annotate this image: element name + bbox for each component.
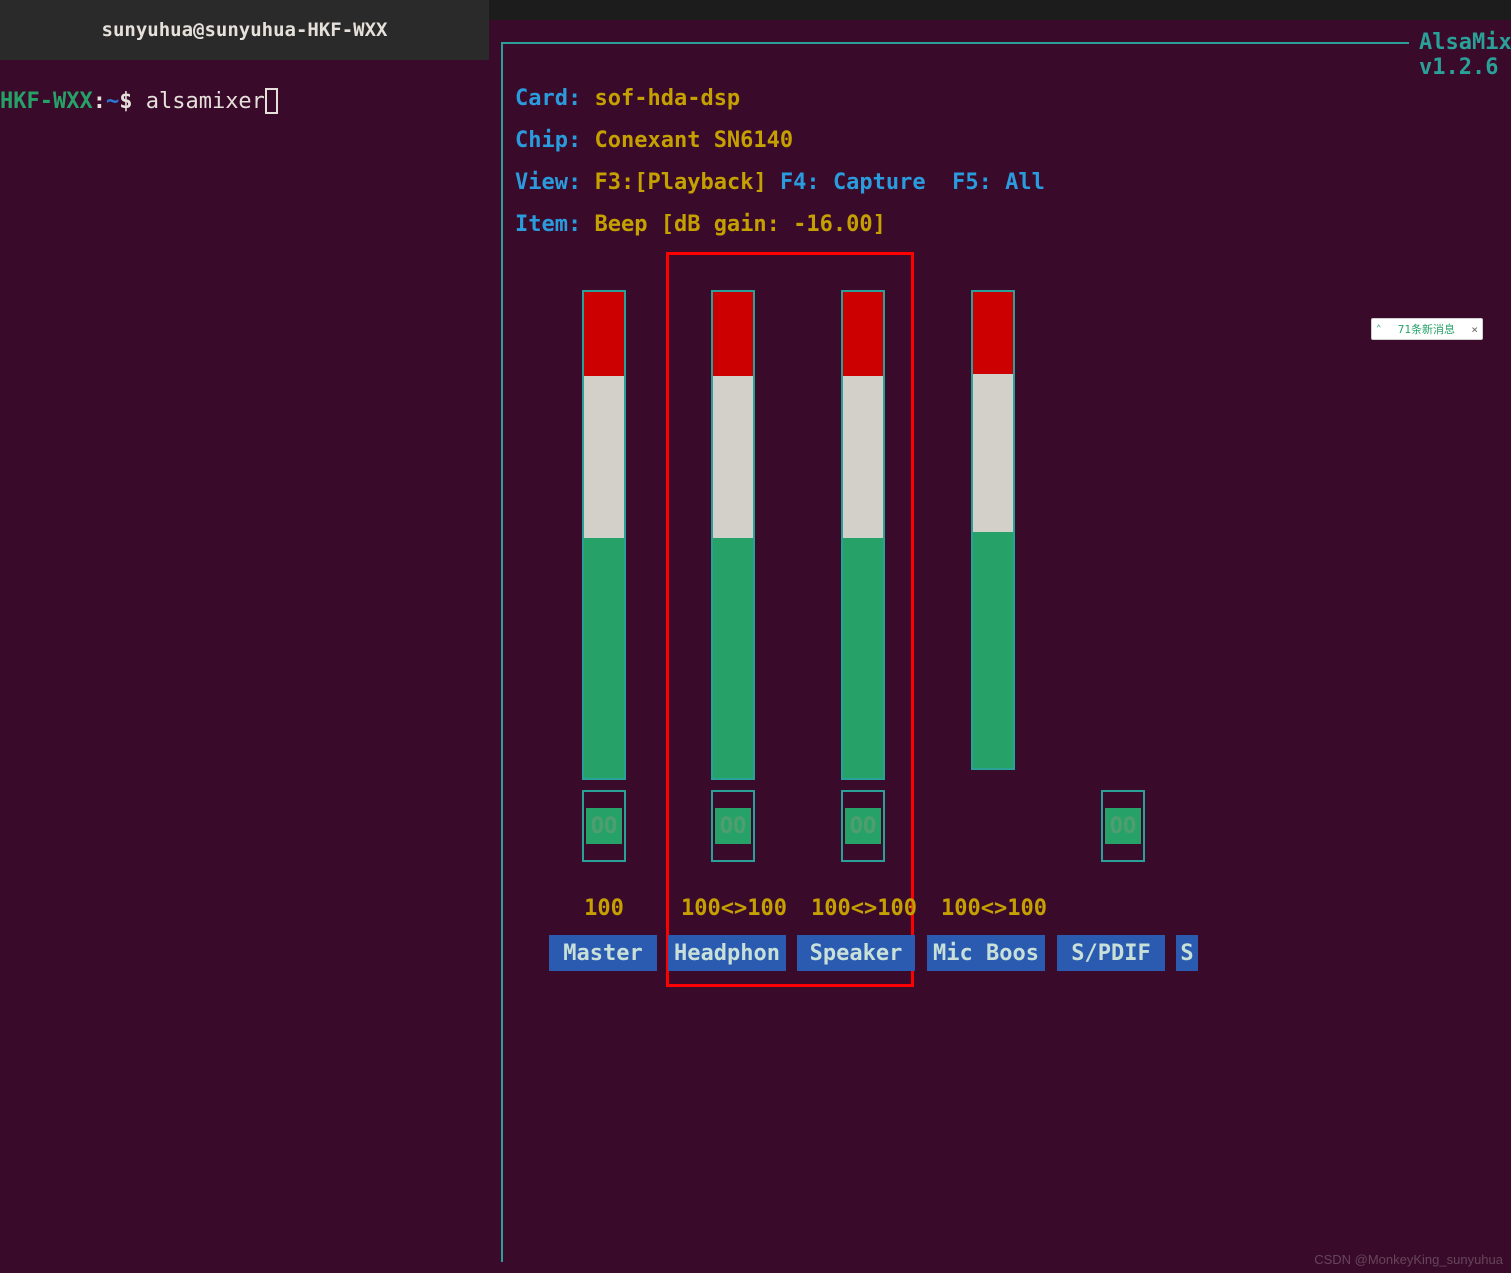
master-mute-indicator: OO xyxy=(586,808,622,844)
master-volume-text: 100 xyxy=(564,896,644,921)
alsa-info-block: Card: sof-hda-dsp Chip: Conexant SN6140 … xyxy=(515,78,1045,246)
view-label: View: xyxy=(515,170,581,195)
watermark: CSDN @MonkeyKing_sunyuhua xyxy=(1314,1252,1503,1267)
headphone-bar[interactable] xyxy=(711,290,755,780)
terminal-cursor xyxy=(265,88,278,114)
mic-boost-label[interactable]: Mic Boos xyxy=(927,935,1045,971)
notification-popup[interactable]: ⌃ 71条新消息 × xyxy=(1371,318,1483,340)
close-icon[interactable]: × xyxy=(1471,323,1478,336)
prompt-dollar: $ xyxy=(119,89,132,114)
view-f4: F4: xyxy=(780,170,820,195)
master-bar[interactable] xyxy=(582,290,626,780)
prompt-command: alsamixer xyxy=(146,89,265,114)
alsa-title: AlsaMixer v1.2.6 ─ xyxy=(1409,30,1511,80)
chip-label: Chip: xyxy=(515,128,581,153)
headphone-volume-text: 100<>100 xyxy=(669,896,799,921)
info-card-row: Card: sof-hda-dsp xyxy=(515,78,1045,120)
prompt-path: ~ xyxy=(106,89,119,114)
terminal-prompt-line[interactable]: HKF-WXX:~$ alsamixer xyxy=(0,88,278,114)
info-view-row: View: F3:[Playback] F4: Capture F5: All xyxy=(515,162,1045,204)
view-f5: F5: xyxy=(952,170,992,195)
chip-value: Conexant SN6140 xyxy=(594,128,793,153)
alsamixer-pane[interactable]: AlsaMixer v1.2.6 ─ Card: sof-hda-dsp Chi… xyxy=(489,0,1511,1273)
alsa-frame-top xyxy=(501,42,1511,44)
master-mute-box[interactable]: OO xyxy=(582,790,626,862)
notification-up-icon: ⌃ xyxy=(1376,324,1381,334)
view-playback: [Playback] xyxy=(634,170,766,195)
view-all: All xyxy=(1005,170,1045,195)
master-label[interactable]: Master xyxy=(549,935,657,971)
spdif-mute-box[interactable]: OO xyxy=(1101,790,1145,862)
prompt-host: HKF-WXX xyxy=(0,89,93,114)
terminal-title: sunyuhua@sunyuhua-HKF-WXX xyxy=(102,19,388,41)
view-f3: F3: xyxy=(594,170,634,195)
notification-text: 71条新消息 xyxy=(1398,321,1455,337)
speaker-label[interactable]: Speaker xyxy=(797,935,915,971)
speaker-bar[interactable] xyxy=(841,290,885,780)
info-chip-row: Chip: Conexant SN6140 xyxy=(515,120,1045,162)
right-top-strip xyxy=(489,0,1511,20)
item-label: Item: xyxy=(515,212,581,237)
view-capture: Capture xyxy=(833,170,926,195)
info-item-row: Item: Beep [dB gain: -16.00] xyxy=(515,204,1045,246)
spdif-label[interactable]: S/PDIF xyxy=(1057,935,1165,971)
speaker-mute-box[interactable]: OO xyxy=(841,790,885,862)
mic-boost-volume-text: 100<>100 xyxy=(929,896,1059,921)
left-terminal-pane: sunyuhua@sunyuhua-HKF-WXX HKF-WXX:~$ als… xyxy=(0,0,489,1273)
terminal-titlebar: sunyuhua@sunyuhua-HKF-WXX xyxy=(0,0,489,60)
item-value: Beep [dB gain: -16.00] xyxy=(594,212,885,237)
card-label: Card: xyxy=(515,86,581,111)
speaker-volume-text: 100<>100 xyxy=(799,896,929,921)
headphone-mute-box[interactable]: OO xyxy=(711,790,755,862)
spdif-partial-label[interactable]: S xyxy=(1176,935,1198,971)
mic-boost-bar[interactable] xyxy=(971,290,1015,770)
spdif-mute-indicator: OO xyxy=(1105,808,1141,844)
speaker-mute-indicator: OO xyxy=(845,808,881,844)
headphone-label[interactable]: Headphon xyxy=(668,935,786,971)
prompt-sep: : xyxy=(93,89,106,114)
alsa-title-text: AlsaMixer v1.2.6 xyxy=(1419,30,1511,80)
alsa-frame-left xyxy=(501,42,503,1262)
headphone-mute-indicator: OO xyxy=(715,808,751,844)
card-value: sof-hda-dsp xyxy=(594,86,740,111)
